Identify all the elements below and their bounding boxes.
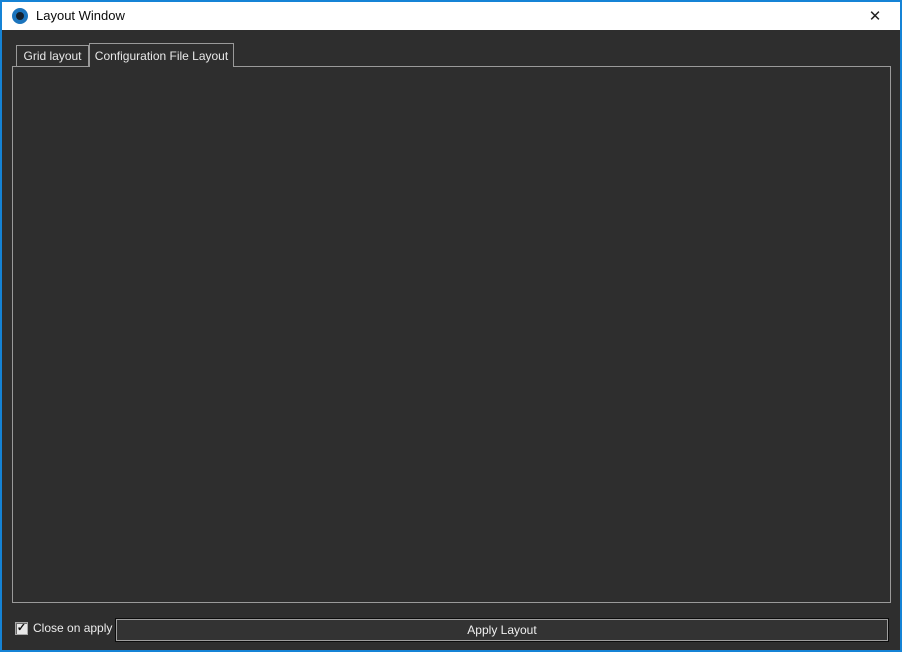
close-on-apply-label: Close on apply (33, 617, 112, 639)
layout-window: Layout Window ✕ Grid layout Configuratio… (0, 0, 902, 652)
close-icon[interactable]: ✕ (854, 3, 896, 29)
close-on-apply-checkbox[interactable]: ✓ (15, 622, 28, 635)
tab-configuration-file-layout[interactable]: Configuration File Layout (89, 43, 234, 67)
tab-grid-layout[interactable]: Grid layout (16, 45, 89, 66)
tab-panel (12, 66, 891, 603)
app-icon (12, 8, 28, 24)
title-bar[interactable]: Layout Window ✕ (2, 2, 900, 30)
checkmark-icon: ✓ (17, 623, 26, 634)
window-title: Layout Window (36, 2, 125, 30)
apply-layout-button[interactable]: Apply Layout (116, 619, 888, 641)
